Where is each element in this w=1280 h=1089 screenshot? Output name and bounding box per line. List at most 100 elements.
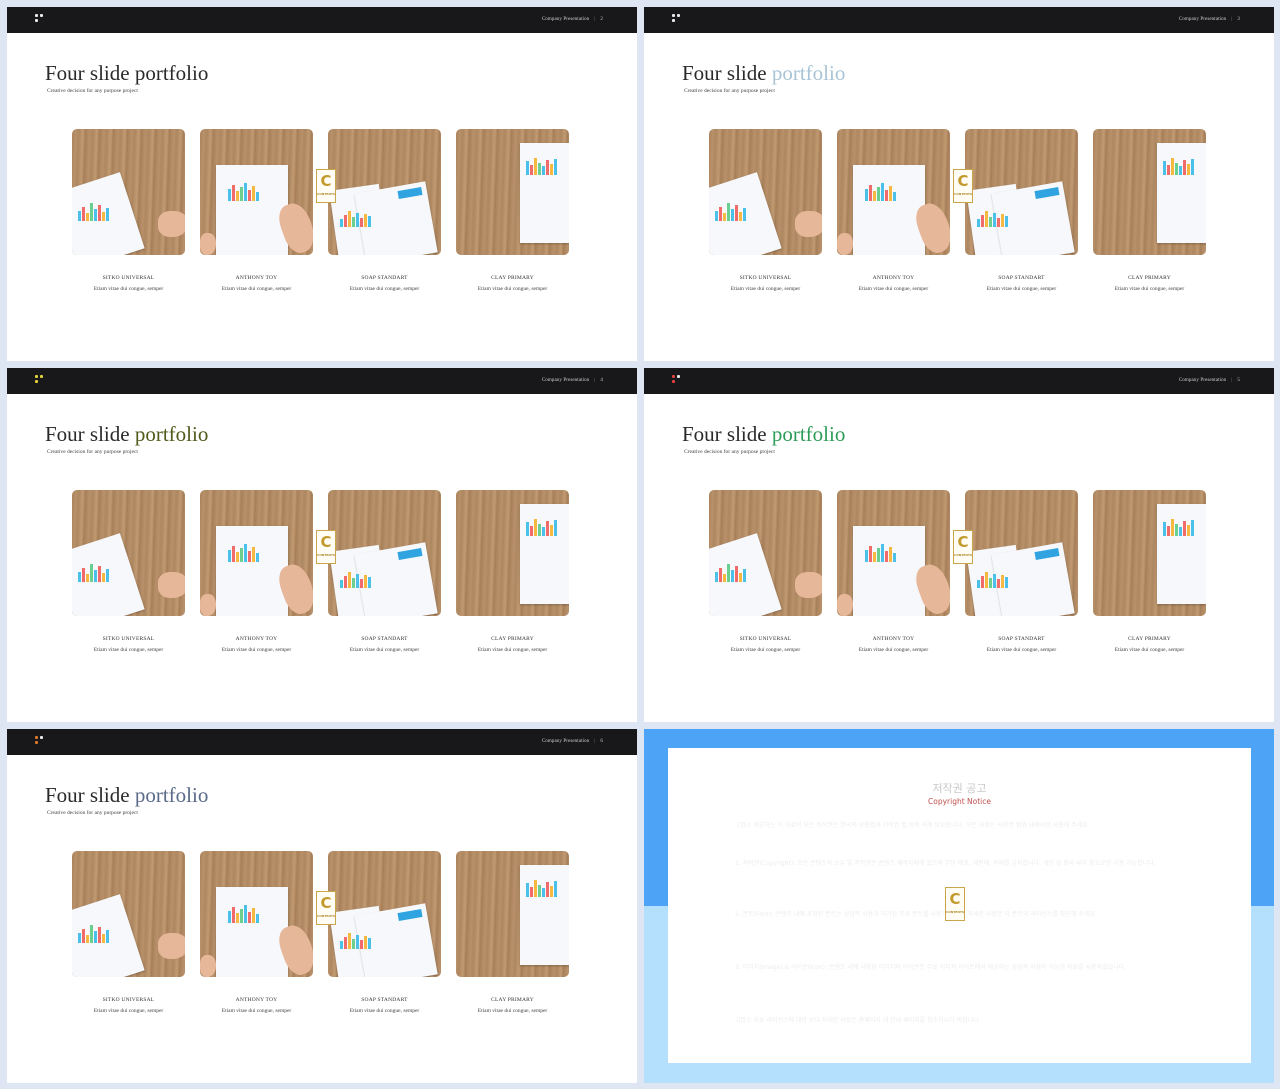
- slide-5[interactable]: Company Presentation | 6 Four slide portfo…: [7, 729, 637, 1083]
- portfolio-card[interactable]: ANTHONY TOY Etiam vitae dui congue, semp…: [200, 490, 313, 653]
- photo-chart-bar: [98, 205, 101, 221]
- brand-dot: [677, 375, 680, 378]
- portfolio-cards: SITKO UNIVERSAL Etiam vitae dui congue, …: [72, 851, 572, 1031]
- portfolio-card[interactable]: CLAY PRIMARY Etiam vitae dui congue, sem…: [1093, 490, 1206, 653]
- photo-chart-bar: [538, 885, 541, 897]
- portfolio-card[interactable]: ANTHONY TOY Etiam vitae dui congue, semp…: [200, 851, 313, 1014]
- portfolio-card-name: SITKO UNIVERSAL: [102, 275, 155, 281]
- slide-title: Four slide portfolio: [45, 422, 208, 447]
- portfolio-card[interactable]: SITKO UNIVERSAL Etiam vitae dui congue, …: [709, 490, 822, 653]
- photo-chart-bar: [993, 213, 996, 227]
- header-separator: |: [1231, 378, 1233, 383]
- photo-chart-bar: [106, 569, 109, 582]
- photo-chart-bar: [78, 211, 81, 221]
- photo-chart-bars: [78, 923, 109, 943]
- slide-1[interactable]: Company Presentation | 2 Four slide portfo…: [7, 7, 637, 361]
- watermark-text: CONTENTS: [954, 192, 973, 196]
- watermark-text: CONTENTS: [317, 553, 336, 557]
- photo-chart-bars: [340, 929, 371, 949]
- photo-chart-bar: [542, 527, 545, 536]
- photo-chart-bars: [526, 516, 557, 536]
- slide-subtitle: Creative decision for any purpose projec…: [47, 88, 138, 94]
- portfolio-card[interactable]: SITKO UNIVERSAL Etiam vitae dui congue, …: [709, 129, 822, 292]
- portfolio-card-desc: Etiam vitae dui congue, semper: [477, 1008, 548, 1014]
- portfolio-card[interactable]: CLAY PRIMARY Etiam vitae dui congue, sem…: [456, 490, 569, 653]
- photo-chart-bar: [228, 911, 231, 923]
- portfolio-card[interactable]: SITKO UNIVERSAL Etiam vitae dui congue, …: [72, 129, 185, 292]
- portfolio-card[interactable]: SITKO UNIVERSAL Etiam vitae dui congue, …: [72, 851, 185, 1014]
- portfolio-card[interactable]: ANTHONY TOY Etiam vitae dui congue, semp…: [200, 129, 313, 292]
- photo-chart-bar: [865, 550, 868, 562]
- photo-hand: [795, 211, 822, 237]
- slide-copyright-notice[interactable]: 저작권 공고 Copyright Notice 고맙소 제공하는 이 자료의 모…: [644, 729, 1274, 1083]
- portfolio-photo: [328, 851, 441, 977]
- photo-chart-bar: [881, 183, 884, 201]
- photo-chart-bar: [715, 572, 718, 582]
- portfolio-card[interactable]: CLAY PRIMARY Etiam vitae dui congue, sem…: [456, 851, 569, 1014]
- portfolio-card[interactable]: SOAP STANDART Etiam vitae dui congue, se…: [328, 490, 441, 653]
- photo-chart-bar: [236, 913, 239, 923]
- portfolio-card-desc: Etiam vitae dui congue, semper: [93, 647, 164, 653]
- portfolio-card[interactable]: SOAP STANDART Etiam vitae dui congue, se…: [328, 851, 441, 1014]
- portfolio-card-name: ANTHONY TOY: [235, 997, 278, 1003]
- slide-title-main: Four slide: [682, 422, 767, 446]
- photo-chart-bar: [869, 546, 872, 562]
- slide-title-main: Four slide: [45, 422, 130, 446]
- portfolio-card[interactable]: SOAP STANDART Etiam vitae dui congue, se…: [965, 490, 1078, 653]
- slide-title-accent: portfolio: [771, 422, 846, 446]
- brand-dot: [672, 14, 675, 17]
- photo-chart-bar: [997, 218, 1000, 227]
- photo-chart-bar: [877, 187, 880, 201]
- slide-3[interactable]: Company Presentation | 4 Four slide portfo…: [7, 368, 637, 722]
- slide-top-bar: Company Presentation | 2: [7, 7, 637, 33]
- portfolio-photo: [709, 129, 822, 255]
- photo-chart-bar: [232, 546, 235, 562]
- portfolio-card[interactable]: ANTHONY TOY Etiam vitae dui congue, semp…: [837, 490, 950, 653]
- photo-chart-bar: [1175, 524, 1178, 536]
- portfolio-card[interactable]: CLAY PRIMARY Etiam vitae dui congue, sem…: [1093, 129, 1206, 292]
- photo-chart-bar: [106, 208, 109, 221]
- photo-chart-bars: [78, 201, 109, 221]
- portfolio-card[interactable]: CLAY PRIMARY Etiam vitae dui congue, sem…: [456, 129, 569, 292]
- photo-chart-bar: [356, 574, 359, 588]
- slide-2[interactable]: Company Presentation | 3 Four slide portfo…: [644, 7, 1274, 361]
- slide-4[interactable]: Company Presentation | 5 Four slide portfo…: [644, 368, 1274, 722]
- photo-chart-bar: [865, 189, 868, 201]
- brand-dots-icon: [35, 14, 47, 26]
- photo-chart-bar: [873, 191, 876, 201]
- photo-chart-bar: [735, 205, 738, 221]
- portfolio-card-name: ANTHONY TOY: [235, 636, 278, 642]
- photo-chart-bar: [252, 547, 255, 562]
- photo-chart-bar: [530, 887, 533, 897]
- portfolio-card[interactable]: SOAP STANDART Etiam vitae dui congue, se…: [965, 129, 1078, 292]
- header-separator: |: [594, 739, 596, 744]
- photo-chart-bar: [106, 930, 109, 943]
- photo-chart-bar: [256, 914, 259, 923]
- portfolio-card-name: ANTHONY TOY: [872, 636, 915, 642]
- photo-chart-bar: [340, 580, 343, 588]
- photo-chart-bar: [534, 158, 537, 175]
- photo-chart-bar: [356, 935, 359, 949]
- slide-title: Four slide portfolio: [682, 61, 845, 86]
- portfolio-card[interactable]: SITKO UNIVERSAL Etiam vitae dui congue, …: [72, 490, 185, 653]
- photo-chart-bar: [735, 566, 738, 582]
- slide-title-accent: portfolio: [134, 61, 209, 85]
- photo-chart-bar: [98, 566, 101, 582]
- photo-chart-bar: [546, 882, 549, 897]
- photo-chart-bar: [554, 159, 557, 175]
- portfolio-card[interactable]: SOAP STANDART Etiam vitae dui congue, se…: [328, 129, 441, 292]
- portfolio-card[interactable]: ANTHONY TOY Etiam vitae dui congue, semp…: [837, 129, 950, 292]
- watermark-logo: C CONTENTS: [953, 169, 973, 203]
- photo-chart-bar: [94, 931, 97, 943]
- portfolio-photo: [965, 490, 1078, 616]
- photo-chart-bar: [723, 213, 726, 221]
- photo-chart-bars: [228, 903, 259, 923]
- photo-chart-bar: [364, 214, 367, 227]
- photo-paper: [216, 165, 288, 255]
- photo-chart-bar: [256, 553, 259, 562]
- photo-chart-bar: [340, 941, 343, 949]
- portfolio-card-desc: Etiam vitae dui congue, semper: [1114, 647, 1185, 653]
- photo-chart-bars: [977, 568, 1008, 588]
- slide-subtitle: Creative decision for any purpose projec…: [47, 810, 138, 816]
- page-number: 2: [600, 17, 603, 22]
